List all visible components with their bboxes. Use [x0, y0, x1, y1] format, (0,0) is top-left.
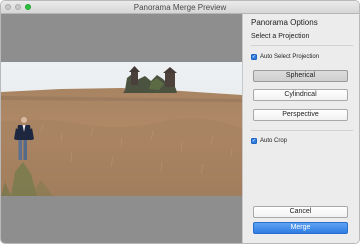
- window-title: Panorama Merge Preview: [133, 3, 227, 12]
- auto-select-projection-label: Auto Select Projection: [260, 54, 320, 60]
- perspective-projection-button[interactable]: Perspective: [253, 109, 348, 121]
- merge-button[interactable]: Merge: [253, 222, 348, 234]
- panorama-merge-window: Panorama Merge Preview Panorama Options …: [0, 0, 360, 244]
- cylindrical-projection-button[interactable]: Cylindrical: [253, 89, 348, 101]
- spherical-projection-button[interactable]: Spherical: [253, 70, 348, 82]
- options-sidebar: Panorama Options Select a Projection ✓ A…: [242, 14, 359, 243]
- panorama-options-heading: Panorama Options: [251, 18, 318, 27]
- select-projection-label: Select a Projection: [251, 33, 310, 40]
- cancel-button[interactable]: Cancel: [253, 206, 348, 218]
- checkmark-icon[interactable]: ✓: [251, 138, 257, 144]
- title-bar: Panorama Merge Preview: [1, 1, 359, 14]
- panorama-preview-image: [1, 62, 242, 196]
- panorama-preview-area: [1, 14, 242, 243]
- auto-crop-checkbox[interactable]: ✓ Auto Crop: [251, 138, 287, 144]
- divider: [251, 130, 353, 131]
- checkmark-icon[interactable]: ✓: [251, 54, 257, 60]
- auto-select-projection-checkbox[interactable]: ✓ Auto Select Projection: [251, 54, 319, 60]
- divider: [251, 45, 353, 46]
- auto-crop-label: Auto Crop: [260, 138, 288, 144]
